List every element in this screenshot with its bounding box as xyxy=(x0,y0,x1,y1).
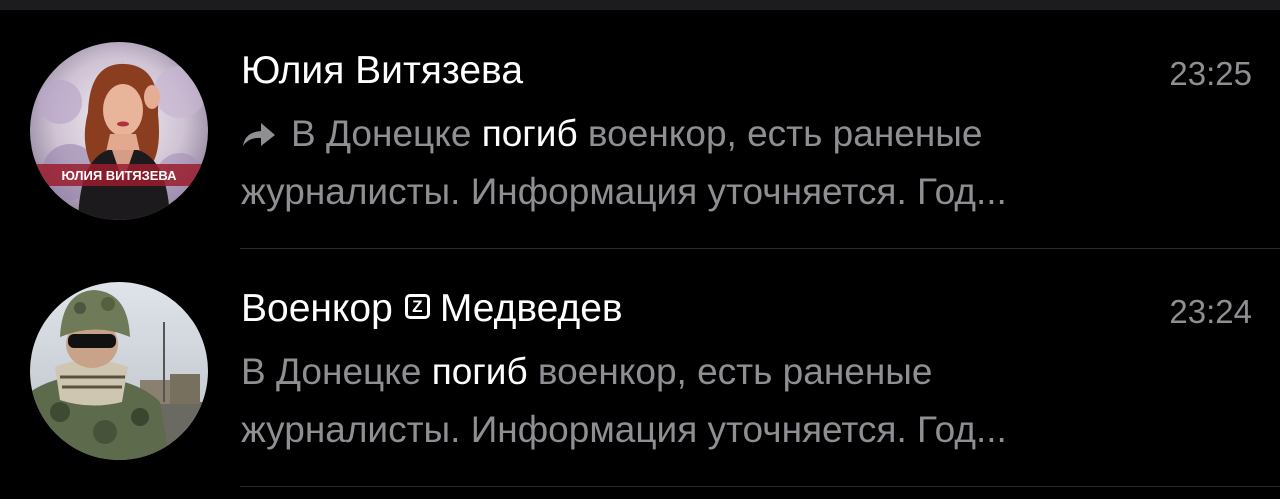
avatar-photo-woman-icon: ЮЛИЯ ВИТЯЗЕВА xyxy=(30,42,208,220)
avatar-photo-soldier-icon xyxy=(30,282,208,460)
chat-name-part: Военкор xyxy=(241,287,393,330)
message-preview: В Донецке погиб военкор, есть раненые жу… xyxy=(241,343,1231,459)
chat-list: ЮЛИЯ ВИТЯЗЕВА Юлия Витязева 23:25 В Доне… xyxy=(0,10,1280,488)
preview-text: В Донецке xyxy=(241,351,432,392)
chat-time: 23:24 xyxy=(1169,293,1252,330)
preview-line-1: В Донецке погиб военкор, есть раненые xyxy=(241,343,1231,401)
separator xyxy=(240,486,1280,487)
preview-highlight: погиб xyxy=(481,113,578,154)
avatar-caption: ЮЛИЯ ВИТЯЗЕВА xyxy=(61,168,177,183)
avatar-yulia-vityazeva[interactable]: ЮЛИЯ ВИТЯЗЕВА xyxy=(30,42,208,220)
preview-line-2: журналисты. Информация уточняется. Год..… xyxy=(241,409,1007,450)
chat-name: Военкор Z Медведев xyxy=(241,286,623,332)
preview-text: В Донецке xyxy=(291,113,482,154)
chat-name-part: Медведев xyxy=(439,287,623,330)
chat-row-yulia-vityazeva[interactable]: ЮЛИЯ ВИТЯЗЕВА Юлия Витязева 23:25 В Доне… xyxy=(0,10,1280,249)
preview-line-2: журналисты. Информация уточняется. Год..… xyxy=(241,171,1007,212)
chat-time: 23:25 xyxy=(1169,55,1252,92)
preview-text: военкор, есть раненые xyxy=(577,113,983,154)
message-preview: В Донецке погиб военкор, есть раненые жу… xyxy=(241,105,1231,221)
forward-arrow-icon xyxy=(243,123,275,146)
preview-line-1: В Донецке погиб военкор, есть раненые xyxy=(241,105,1231,163)
top-bar xyxy=(0,0,1280,10)
chat-name: Юлия Витязева xyxy=(241,49,524,92)
z-badge-icon: Z xyxy=(404,294,430,319)
avatar-voenkor-medvedev[interactable] xyxy=(30,282,208,460)
preview-highlight: погиб xyxy=(431,351,528,392)
preview-text: военкор, есть раненые xyxy=(527,351,933,392)
badge-letter: Z xyxy=(412,297,423,316)
chat-row-voenkor-medvedev[interactable]: Военкор Z Медведев 23:24 В Донецке погиб в… xyxy=(0,248,1280,488)
